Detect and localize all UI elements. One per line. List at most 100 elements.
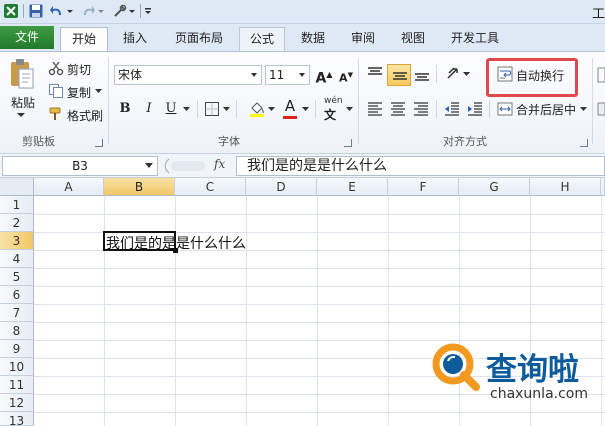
align-center-icon[interactable] — [389, 101, 407, 117]
column-header-d[interactable]: D — [246, 178, 317, 196]
tab-page-layout[interactable]: 页面布局 — [165, 27, 233, 51]
copy-icon[interactable] — [48, 83, 64, 99]
align-left-icon[interactable] — [366, 101, 384, 117]
tab-insert[interactable]: 插入 — [113, 27, 157, 51]
column-header-a[interactable]: A — [34, 178, 104, 196]
gridline — [34, 286, 605, 287]
undo-icon[interactable] — [49, 3, 65, 19]
column-header-h[interactable]: H — [530, 178, 601, 196]
row-header-4[interactable]: 4 — [0, 250, 34, 268]
align-middle-button[interactable] — [387, 64, 411, 86]
format-painter-icon[interactable] — [48, 106, 64, 122]
align-top-icon[interactable] — [366, 66, 384, 82]
merge-center-dropdown-icon[interactable] — [580, 107, 587, 112]
row-header-1[interactable]: 1 — [0, 196, 34, 214]
tab-review[interactable]: 审阅 — [341, 27, 385, 51]
row-header-11[interactable]: 11 — [0, 376, 34, 394]
number-group-partial-icon[interactable] — [597, 66, 605, 84]
column-header-e[interactable]: E — [317, 178, 388, 196]
fill-color-dropdown-icon[interactable] — [268, 107, 275, 112]
fill-color-icon[interactable] — [248, 100, 266, 118]
phonetic-guide-button[interactable]: 文 — [324, 106, 336, 123]
paste-icon[interactable] — [9, 57, 35, 91]
tools-dropdown-icon[interactable] — [128, 3, 136, 19]
row-header-12[interactable]: 12 — [0, 394, 34, 412]
toolbar-separator — [23, 4, 24, 18]
column-header-f[interactable]: F — [388, 178, 459, 196]
increase-font-size-button[interactable]: A▲ — [313, 65, 335, 87]
font-color-button[interactable]: A — [279, 96, 301, 116]
increase-indent-icon[interactable] — [466, 101, 484, 117]
tab-formulas[interactable]: 公式 — [239, 27, 285, 51]
column-header-c[interactable]: C — [175, 178, 246, 196]
clipboard-launcher-icon[interactable] — [95, 139, 103, 147]
font-color-dropdown-icon[interactable] — [302, 107, 309, 112]
redo-icon[interactable] — [80, 3, 96, 19]
italic-button[interactable]: I — [138, 99, 160, 119]
gridline — [34, 304, 605, 305]
row-header-5[interactable]: 5 — [0, 268, 34, 286]
tab-view[interactable]: 视图 — [391, 27, 435, 51]
customize-toolbar-icon[interactable] — [143, 3, 153, 19]
borders-dropdown-icon[interactable] — [223, 107, 230, 112]
formula-input[interactable]: 我们是的是是什么什么 — [236, 156, 605, 176]
bold-button[interactable]: B — [114, 99, 136, 119]
phonetic-dropdown-icon[interactable] — [346, 107, 353, 112]
decrease-font-size-button[interactable]: A▼ — [335, 65, 357, 85]
formula-bar-resize-handle[interactable] — [163, 157, 205, 175]
excel-icon[interactable] — [3, 3, 19, 19]
align-middle-icon — [393, 72, 407, 80]
tab-data[interactable]: 数据 — [291, 27, 335, 51]
font-launcher-icon[interactable] — [344, 139, 352, 147]
wrap-text-highlight-box — [486, 58, 578, 97]
save-icon[interactable] — [28, 3, 44, 19]
row-header-13[interactable]: 13 — [0, 412, 34, 426]
select-all-corner[interactable] — [0, 178, 34, 196]
orientation-dropdown-icon[interactable] — [463, 72, 470, 77]
row-header-8[interactable]: 8 — [0, 322, 34, 340]
paste-button[interactable]: 粘贴 — [11, 94, 35, 111]
row-header-10[interactable]: 10 — [0, 358, 34, 376]
font-name-dropdown-icon[interactable] — [247, 66, 261, 84]
insert-function-icon[interactable]: fx — [214, 157, 225, 171]
undo-dropdown-icon[interactable] — [66, 3, 74, 19]
column-header-b[interactable]: B — [104, 178, 175, 196]
font-separator — [197, 100, 198, 118]
column-header-partial[interactable] — [601, 178, 605, 196]
gridline — [34, 412, 605, 413]
borders-icon[interactable] — [204, 101, 220, 117]
cut-button[interactable]: 剪切 — [67, 61, 91, 78]
row-header-6[interactable]: 6 — [0, 286, 34, 304]
column-header-g[interactable]: G — [459, 178, 530, 196]
copy-button[interactable]: 复制 — [67, 84, 91, 101]
name-box-dropdown-icon[interactable] — [145, 163, 153, 169]
row-header-3[interactable]: 3 — [0, 232, 34, 250]
merge-center-label: 合并后居中 — [516, 103, 577, 117]
row-header-2[interactable]: 2 — [0, 214, 34, 232]
name-box[interactable]: B3 — [2, 156, 158, 176]
align-bottom-icon[interactable] — [413, 66, 431, 82]
cut-icon[interactable] — [48, 60, 64, 76]
tab-developer[interactable]: 开发工具 — [441, 27, 509, 51]
row-header-7[interactable]: 7 — [0, 304, 34, 322]
redo-dropdown-icon[interactable] — [97, 3, 105, 19]
format-painter-button[interactable]: 格式刷 — [67, 107, 103, 124]
decrease-indent-icon[interactable] — [443, 101, 461, 117]
font-name-combo[interactable]: 宋体 — [114, 65, 262, 85]
paste-dropdown-icon[interactable] — [16, 112, 26, 118]
orientation-icon[interactable] — [445, 65, 463, 83]
tab-home[interactable]: 开始 — [60, 27, 108, 51]
underline-button[interactable]: U — [160, 99, 182, 119]
copy-dropdown-icon[interactable] — [95, 89, 102, 94]
row-header-9[interactable]: 9 — [0, 340, 34, 358]
number-format-partial-icon[interactable] — [597, 101, 605, 117]
alignment-launcher-icon[interactable] — [580, 139, 588, 147]
font-size-combo[interactable]: 11 — [265, 65, 310, 85]
underline-dropdown-icon[interactable] — [183, 107, 190, 112]
tools-icon[interactable] — [112, 3, 128, 19]
phonetic-guide-pinyin[interactable]: wén — [324, 96, 343, 106]
align-right-icon[interactable] — [412, 101, 430, 117]
tab-file[interactable]: 文件 — [0, 26, 54, 49]
font-size-dropdown-icon[interactable] — [295, 66, 309, 84]
gridline — [34, 268, 605, 269]
